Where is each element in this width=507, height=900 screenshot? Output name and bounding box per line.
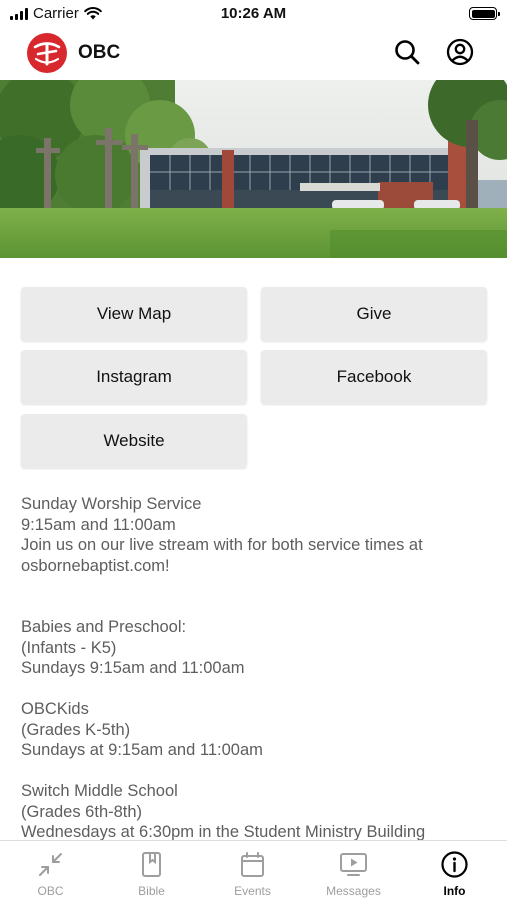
tab-label: OBC [37,884,64,898]
info-line: 9:15am and 11:00am [21,515,176,534]
app-title: OBC [78,42,121,63]
info-line: osbornebaptist.com! [21,556,170,575]
info-line: Sunday Worship Service [21,495,202,513]
website-button[interactable]: Website [21,414,247,468]
view-map-button[interactable]: View Map [21,287,247,341]
search-button[interactable] [392,37,422,67]
tab-label: Info [443,884,466,898]
kids-info: OBCKids (Grades K-5th) Sundays at 9:15am… [21,699,491,761]
tab-info[interactable]: Info [404,841,505,900]
tab-label: Events [234,884,271,898]
obc-logo-icon[interactable] [27,33,67,73]
status-time: 10:26 AM [220,5,287,22]
info-line: Babies and Preschool: [21,618,187,636]
tab-bible[interactable]: Bible [101,841,202,900]
facebook-button[interactable]: Facebook [261,350,487,404]
info-line: OBCKids [21,700,89,718]
worship-service-info: Sunday Worship Service 9:15am and 11:00a… [21,494,491,576]
instagram-button[interactable]: Instagram [21,350,247,404]
church-info-text: Sunday Worship Service 9:15am and 11:00a… [21,494,491,863]
info-line: Sundays at 9:15am and 11:00am [21,741,263,759]
church-photo [0,80,507,258]
info-line: (Grades K-5th) [21,720,131,739]
collapse-arrows-icon [39,853,62,876]
bible-icon [142,852,161,877]
app-header: OBC [0,28,507,80]
give-button[interactable]: Give [261,287,487,341]
tab-bar: OBC Bible Events Messages Info [0,840,507,900]
battery-icon [469,7,500,20]
info-line: (Grades 6th-8th) [21,802,143,821]
account-icon [446,38,474,66]
tab-events[interactable]: Events [202,841,303,900]
middle-school-info: Switch Middle School (Grades 6th-8th) We… [21,781,491,843]
tab-label: Bible [138,884,165,898]
info-icon [441,851,468,878]
calendar-icon [241,852,264,877]
preschool-info: Babies and Preschool: (Infants - K5) Sun… [21,617,491,679]
search-icon [395,40,420,65]
info-line: Sundays 9:15am and 11:00am [21,659,245,677]
tab-label: Messages [326,884,381,898]
tab-obc[interactable]: OBC [0,841,101,900]
account-button[interactable] [445,37,475,67]
video-player-icon [340,853,367,876]
info-line: Join us on our live stream with for both… [21,536,423,554]
info-line: (Infants - K5) [21,638,117,657]
status-bar: Carrier 10:26 AM [0,0,507,28]
info-line: Switch Middle School [21,782,178,800]
tab-messages[interactable]: Messages [303,841,404,900]
